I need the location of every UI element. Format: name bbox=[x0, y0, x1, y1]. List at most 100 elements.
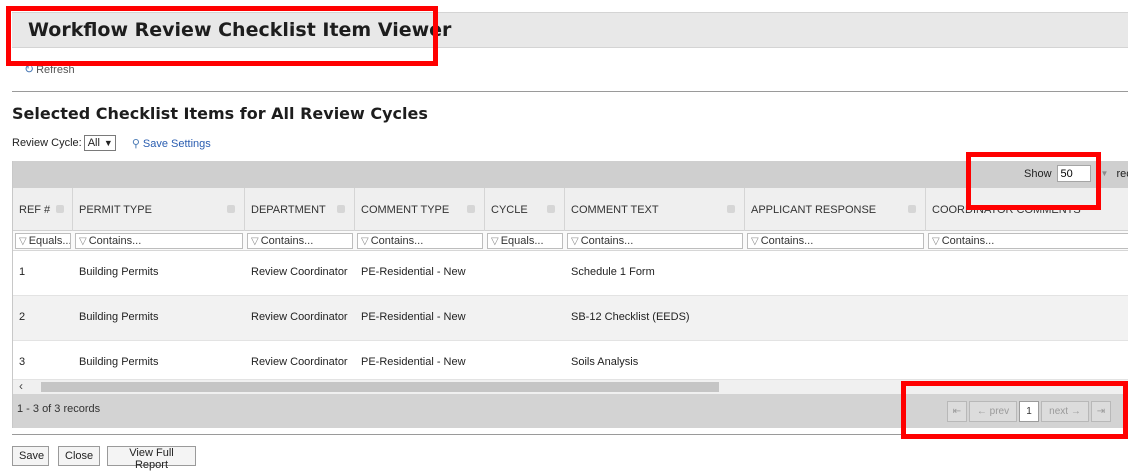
cell-comment-text: Soils Analysis bbox=[571, 356, 639, 368]
cell-ref: 1 bbox=[19, 266, 26, 278]
sort-icon[interactable] bbox=[547, 205, 555, 213]
filter-label: Contains... bbox=[580, 235, 634, 247]
save-settings-link[interactable]: ⚲ Save Settings bbox=[132, 137, 211, 150]
filter-comment-type[interactable]: ▽ Contains... bbox=[357, 233, 483, 249]
filter-cycle[interactable]: ▽ Equals... bbox=[487, 233, 563, 249]
save-button[interactable]: Save bbox=[12, 446, 49, 466]
cell-comment-text: SB-12 Checklist (EEDS) bbox=[571, 311, 690, 323]
refresh-label: Refresh bbox=[36, 64, 75, 76]
table-row[interactable]: 3 Building Permits Review Coordinator PE… bbox=[13, 341, 1128, 380]
filter-label: Contains... bbox=[260, 235, 314, 247]
cell-permit-type: Building Permits bbox=[79, 266, 159, 278]
page-size-control: Show ▼ records bbox=[1024, 165, 1128, 182]
column-header-coordinator-comments[interactable]: COORDINATOR COMMENTS bbox=[926, 188, 1128, 231]
review-cycle-value: All bbox=[87, 137, 100, 149]
pager-last-button[interactable]: ⇥ bbox=[1091, 401, 1111, 422]
page-size-dropdown-icon[interactable]: ▼ bbox=[1101, 169, 1109, 178]
sort-icon[interactable] bbox=[467, 205, 475, 213]
column-header-label: PERMIT TYPE bbox=[79, 204, 152, 216]
filter-icon: ▽ bbox=[932, 236, 940, 247]
grid-header: REF # PERMIT TYPE DEPARTMENT COMMENT TYP… bbox=[13, 188, 1128, 231]
page-size-input[interactable] bbox=[1056, 165, 1091, 182]
review-cycle-label: Review Cycle: bbox=[12, 137, 82, 149]
filter-icon: ▽ bbox=[79, 236, 87, 247]
sort-icon[interactable] bbox=[337, 205, 345, 213]
grid-toolbar: Show ▼ records bbox=[13, 161, 1128, 188]
divider bbox=[12, 434, 1128, 435]
filter-icon: ▽ bbox=[571, 236, 579, 247]
filter-coordinator-comments[interactable]: ▽ Contains... bbox=[928, 233, 1128, 249]
records-label: records bbox=[1116, 167, 1128, 180]
cell-ref: 3 bbox=[19, 356, 26, 368]
cell-comment-type: PE-Residential - New bbox=[361, 266, 466, 278]
column-header-label: REF # bbox=[19, 204, 51, 216]
sort-icon[interactable] bbox=[227, 205, 235, 213]
close-button[interactable]: Close bbox=[58, 446, 100, 466]
pager-current-page[interactable]: 1 bbox=[1019, 401, 1039, 422]
save-settings-label: Save Settings bbox=[142, 137, 211, 150]
section-title: Selected Checklist Items for All Review … bbox=[12, 104, 428, 123]
view-full-report-button[interactable]: View Full Report bbox=[107, 446, 196, 471]
pager-first-button[interactable]: ⇤ bbox=[947, 401, 967, 422]
review-cycle-bar: Review Cycle: All ▼ ⚲ Save Settings bbox=[12, 134, 211, 152]
scroll-left-icon[interactable]: ‹ bbox=[19, 379, 23, 393]
chevron-down-icon: ▼ bbox=[103, 138, 113, 148]
cell-department: Review Coordinator bbox=[251, 356, 348, 368]
filter-applicant-response[interactable]: ▽ Contains... bbox=[747, 233, 924, 249]
column-header-comment-text[interactable]: COMMENT TEXT bbox=[565, 188, 745, 231]
filter-label: Contains... bbox=[760, 235, 814, 247]
show-label: Show bbox=[1024, 167, 1052, 180]
filter-icon: ▽ bbox=[361, 236, 369, 247]
filter-icon: ▽ bbox=[251, 236, 259, 247]
cell-permit-type: Building Permits bbox=[79, 311, 159, 323]
save-settings-icon: ⚲ bbox=[131, 137, 140, 150]
horizontal-scrollbar[interactable]: ‹ bbox=[13, 379, 1128, 394]
column-header-ref[interactable]: REF # bbox=[13, 188, 73, 231]
column-header-label: COMMENT TEXT bbox=[571, 204, 659, 216]
pager-next-button[interactable]: next → bbox=[1041, 401, 1089, 422]
column-header-permit-type[interactable]: PERMIT TYPE bbox=[73, 188, 245, 231]
filter-label: Contains... bbox=[370, 235, 424, 247]
table-row[interactable]: 1 Building Permits Review Coordinator PE… bbox=[13, 251, 1128, 296]
column-header-label: APPLICANT RESPONSE bbox=[751, 204, 877, 216]
checklist-grid: Show ▼ records REF # PERMIT TYPE DEPARTM… bbox=[12, 161, 1128, 428]
scrollbar-thumb[interactable] bbox=[41, 382, 719, 392]
record-count: 1 - 3 of 3 records bbox=[17, 403, 101, 415]
grid-footer: 1 - 3 of 3 records ⇤ ← prev 1 next → ⇥ bbox=[13, 394, 1128, 428]
column-header-label: COMMENT TYPE bbox=[361, 204, 450, 216]
refresh-icon: ↻ bbox=[24, 62, 35, 76]
sort-icon[interactable] bbox=[56, 205, 64, 213]
divider bbox=[12, 91, 1128, 92]
filter-department[interactable]: ▽ Contains... bbox=[247, 233, 353, 249]
cell-ref: 2 bbox=[19, 311, 26, 323]
page-title: Workflow Review Checklist Item Viewer bbox=[28, 19, 452, 41]
refresh-button[interactable]: ↻ Refresh bbox=[24, 62, 75, 76]
filter-label: Contains... bbox=[88, 235, 142, 247]
column-header-comment-type[interactable]: COMMENT TYPE bbox=[355, 188, 485, 231]
pager-prev-button[interactable]: ← prev bbox=[969, 401, 1017, 422]
column-header-department[interactable]: DEPARTMENT bbox=[245, 188, 355, 231]
filter-permit-type[interactable]: ▽ Contains... bbox=[75, 233, 243, 249]
sort-icon[interactable] bbox=[727, 205, 735, 213]
filter-label: Equals... bbox=[500, 235, 544, 247]
column-header-label: DEPARTMENT bbox=[251, 204, 326, 216]
cell-department: Review Coordinator bbox=[251, 266, 348, 278]
cell-comment-type: PE-Residential - New bbox=[361, 356, 466, 368]
title-bar: Workflow Review Checklist Item Viewer bbox=[12, 12, 1128, 48]
cell-comment-text: Schedule 1 Form bbox=[571, 266, 655, 278]
cell-permit-type: Building Permits bbox=[79, 356, 159, 368]
filter-ref[interactable]: ▽ Equals... bbox=[15, 233, 71, 249]
filter-icon: ▽ bbox=[19, 236, 27, 247]
filter-icon: ▽ bbox=[751, 236, 759, 247]
column-header-label: CYCLE bbox=[491, 204, 528, 216]
column-header-applicant-response[interactable]: APPLICANT RESPONSE bbox=[745, 188, 926, 231]
filter-icon: ▽ bbox=[491, 236, 499, 247]
sort-icon[interactable] bbox=[908, 205, 916, 213]
review-cycle-select[interactable]: All ▼ bbox=[83, 135, 116, 151]
column-header-label: COORDINATOR COMMENTS bbox=[932, 204, 1081, 216]
filter-comment-text[interactable]: ▽ Contains... bbox=[567, 233, 743, 249]
column-header-cycle[interactable]: CYCLE bbox=[485, 188, 565, 231]
table-row[interactable]: 2 Building Permits Review Coordinator PE… bbox=[13, 296, 1128, 341]
filter-row: ▽ Equals... ▽ Contains... ▽ Contains... ▽ Co… bbox=[13, 231, 1128, 251]
pager: ⇤ ← prev 1 next → ⇥ bbox=[947, 401, 1111, 422]
